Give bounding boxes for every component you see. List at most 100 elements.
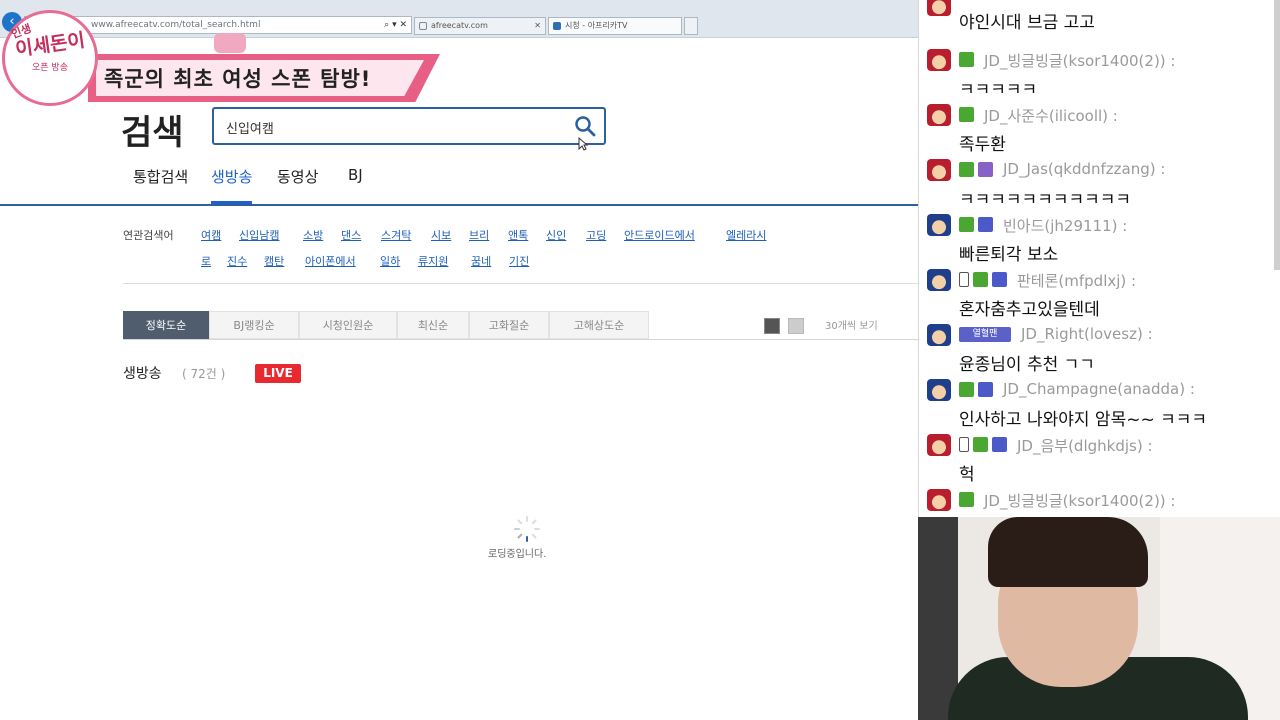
related-search-link[interactable]: 시보 <box>431 227 451 243</box>
address-text: www.afreecatv.com/total_search.html <box>91 20 261 30</box>
blue-badge-icon <box>992 437 1007 452</box>
page-icon <box>419 22 427 30</box>
related-search-link[interactable]: 여캠 <box>201 227 221 243</box>
browser-tab-2[interactable]: 시청 - 아프리카TV <box>548 17 682 35</box>
chat-username[interactable]: JD_음부(dlghkdjs) : <box>1017 435 1153 456</box>
tab-live[interactable]: 생방송 <box>211 166 253 204</box>
chat-scrollbar[interactable] <box>1274 0 1280 270</box>
mobile-badge-icon <box>959 272 969 287</box>
user-avatar-icon[interactable] <box>927 324 951 346</box>
green-badge-icon <box>959 382 974 397</box>
chat-panel: 야인시대 브금 고고 JD_빙글빙글(ksor1400(2)) : ㅋㅋㅋㅋㅋ JD_… <box>918 0 1280 517</box>
afreeca-icon <box>553 22 561 30</box>
per-page-select[interactable]: 30개씩 보기 <box>825 317 878 332</box>
search-input[interactable] <box>226 117 556 137</box>
chat-username[interactable]: JD_빙글빙글(ksor1400(2)) : <box>984 50 1175 71</box>
tv-icon <box>214 33 246 53</box>
tab-integrated[interactable]: 통합검색 <box>133 166 188 204</box>
chat-message-text: ㅋㅋㅋㅋㅋ <box>959 80 1038 100</box>
chat-username[interactable]: 빈아드(jh29111) : <box>1003 215 1127 236</box>
green-badge-icon <box>959 162 974 177</box>
sort-viewers-button[interactable]: 시청인원순 <box>299 311 397 339</box>
related-search-link[interactable]: 진수 <box>227 253 247 269</box>
sort-bar: 정확도순 BJ랭킹순 시청인원순 최신순 고화질순 고해상도순 30개씩 보기 <box>123 311 918 340</box>
user-avatar-icon[interactable] <box>927 49 951 71</box>
sort-latest-button[interactable]: 최신순 <box>397 311 469 339</box>
blue-badge-icon <box>978 217 993 232</box>
browser-tab-1[interactable]: afreecatv.com ✕ <box>414 17 546 35</box>
close-icon[interactable]: ✕ <box>534 18 541 34</box>
related-search-link[interactable]: 고딩 <box>586 227 606 243</box>
chat-username[interactable]: JD_Jas(qkddnfzzang) : <box>1003 160 1165 178</box>
streamer-hair <box>988 517 1148 587</box>
green-badge-icon <box>959 217 974 232</box>
fan-badge: 열혈팬 <box>959 327 1011 342</box>
sort-resolution-button[interactable]: 고해상도순 <box>549 311 649 339</box>
user-avatar-icon[interactable] <box>927 104 951 126</box>
browser-toolbar: ‹ www.afreecatv.com/total_search.html ⌕ … <box>0 0 918 38</box>
search-box <box>212 107 606 145</box>
mobile-badge-icon <box>959 437 969 452</box>
related-search-link[interactable]: 로 <box>201 253 211 269</box>
chat-message-text: ㅋㅋㅋㅋㅋㅋㅋㅋㅋㅋㅋ <box>959 190 1132 210</box>
green-badge-icon <box>959 492 974 507</box>
list-view-icon[interactable] <box>764 318 780 334</box>
user-avatar-icon[interactable] <box>927 159 951 181</box>
user-avatar-icon[interactable] <box>927 379 951 401</box>
related-search-link[interactable]: 일하 <box>380 253 400 269</box>
chat-message-text: 빠른퇴각 보소 <box>959 245 1059 265</box>
tab-video[interactable]: 동영상 <box>277 166 318 204</box>
related-search-link[interactable]: 브리 <box>469 227 489 243</box>
chat-message-text: 인사하고 나와야지 암목~~ ㅋㅋㅋ <box>959 410 1208 430</box>
chat-message-text: 족두환 <box>959 135 1006 155</box>
related-search-link[interactable]: 엘레라시 <box>726 227 766 243</box>
related-search-link[interactable]: 캠탄 <box>264 253 284 269</box>
related-search-link[interactable]: 아이폰에서 <box>305 253 356 269</box>
sort-accuracy-button[interactable]: 정확도순 <box>123 311 209 339</box>
address-actions-icon[interactable]: ⌕ ▾ ✕ <box>384 17 407 33</box>
search-tabs: 통합검색 생방송 동영상 BJ <box>0 160 918 206</box>
related-search-link[interactable]: 스겨탁 <box>381 227 411 243</box>
loading-spinner-icon <box>514 516 540 542</box>
webcam-video <box>918 517 1280 720</box>
green-badge-icon <box>959 52 974 67</box>
webcam-background-left <box>918 517 958 720</box>
chat-username[interactable]: JD_빙글빙글(ksor1400(2)) : <box>984 490 1175 511</box>
user-avatar-icon[interactable] <box>927 489 951 511</box>
chat-username[interactable]: JD_사준수(ilicooll) : <box>984 105 1118 126</box>
related-search-link[interactable]: 소방 <box>303 227 323 243</box>
blue-badge-icon <box>992 272 1007 287</box>
search-icon[interactable] <box>574 115 596 137</box>
related-search-link[interactable]: 댄스 <box>341 227 361 243</box>
related-search-link[interactable]: 신인 <box>546 227 566 243</box>
green-badge-icon <box>973 437 988 452</box>
chat-username[interactable]: JD_Champagne(anadda) : <box>1003 380 1195 398</box>
mouse-cursor-icon <box>578 137 588 151</box>
blue-badge-icon <box>978 382 993 397</box>
green-badge-icon <box>973 272 988 287</box>
sort-quality-button[interactable]: 고화질순 <box>469 311 549 339</box>
related-search-link[interactable]: 꿈네 <box>471 253 491 269</box>
user-avatar-icon[interactable] <box>927 0 951 16</box>
new-tab-button[interactable] <box>684 17 698 35</box>
related-search-link[interactable]: 기진 <box>509 253 529 269</box>
related-search-link[interactable]: 앤톡 <box>508 227 528 243</box>
user-avatar-icon[interactable] <box>927 214 951 236</box>
related-search-link[interactable]: 류지원 <box>418 253 448 269</box>
user-avatar-icon[interactable] <box>927 434 951 456</box>
user-avatar-icon[interactable] <box>927 269 951 291</box>
sort-bj-rank-button[interactable]: BJ랭킹순 <box>209 311 299 339</box>
chat-message-text: 헉 <box>959 465 975 485</box>
chat-username[interactable]: 판테론(mfpdlxj) : <box>1017 270 1136 291</box>
grid-view-icon[interactable] <box>788 318 804 334</box>
chat-message-text: 윤종님이 추천 ㄱㄱ <box>959 355 1095 375</box>
related-search-link[interactable]: 신입남캠 <box>239 227 279 243</box>
chat-username[interactable]: JD_Right(lovesz) : <box>1021 325 1153 343</box>
browser-tab-label: 시청 - 아프리카TV <box>565 21 628 30</box>
logo-subtext: 오픈 방송 <box>32 63 68 73</box>
related-search-link[interactable]: 안드로이드에서 <box>624 227 695 243</box>
divider <box>123 283 918 284</box>
result-count: ( 72건 ) <box>182 367 226 381</box>
browser-tab-label: afreecatv.com <box>431 21 488 30</box>
tab-bj[interactable]: BJ <box>348 166 363 204</box>
